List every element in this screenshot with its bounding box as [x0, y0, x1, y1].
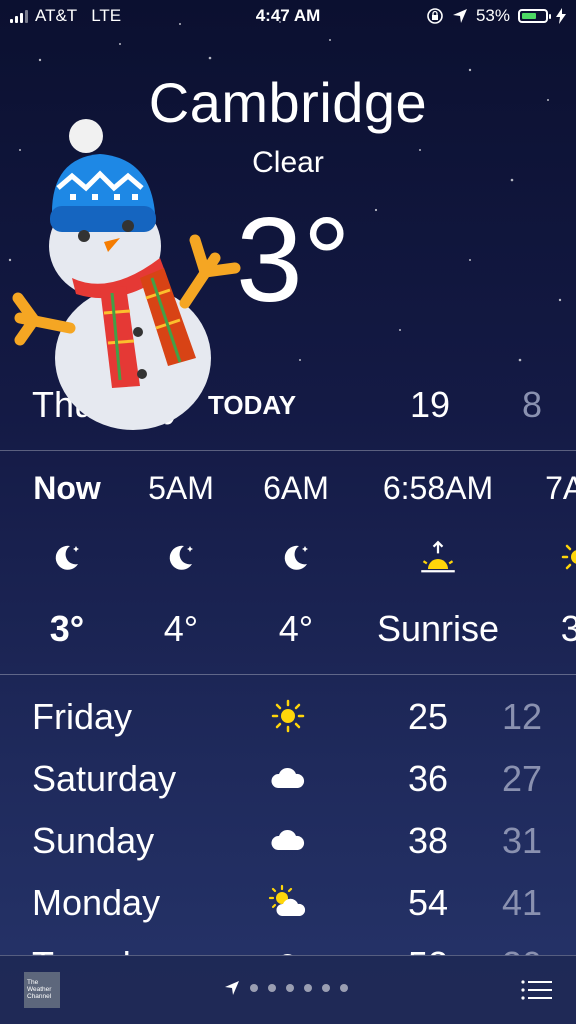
- page-indicator[interactable]: [224, 980, 348, 996]
- day-high: 36: [408, 758, 449, 799]
- current-temperature: 3°: [236, 193, 351, 327]
- day-low: 27: [501, 758, 542, 799]
- location-arrow-icon: [225, 981, 239, 995]
- day-name: Friday: [32, 696, 133, 737]
- rotation-lock-icon: [427, 8, 443, 24]
- today-high: 19: [410, 384, 451, 425]
- page-dot: [250, 984, 258, 992]
- day-high: 25: [408, 696, 449, 737]
- divider-bottom: [0, 674, 576, 675]
- hour-temp: 3°: [560, 608, 576, 649]
- hour-time: 6:58AM: [382, 470, 494, 506]
- hourly-forecast[interactable]: Now 3° 5AM 4° 6AM 4° 6:58AM Sunrise 7A 3: [0, 452, 576, 674]
- daily-row: Monday 54 41: [0, 874, 576, 936]
- today-low: 8: [521, 384, 542, 425]
- battery-icon: [518, 9, 551, 23]
- moon-star-icon: [169, 545, 193, 570]
- page-dot: [304, 984, 312, 992]
- location-arrow-icon: [452, 9, 467, 23]
- daily-forecast[interactable]: Friday 25 12 Saturday 36 27 Sunday 38 31…: [0, 688, 576, 956]
- sunrise-icon: [421, 540, 455, 573]
- status-bar: AT&T LTE 4:47 AM 53%: [0, 0, 576, 34]
- page-dot: [340, 984, 348, 992]
- sun-icon: [271, 699, 305, 733]
- daily-row: Tuesday 52 30: [0, 936, 576, 956]
- snowman-sticker: [12, 119, 241, 430]
- partly-cloudy-icon: [268, 884, 306, 916]
- battery-percent: 53%: [475, 6, 510, 25]
- day-high: 38: [408, 820, 449, 861]
- daily-row: Saturday 36 27: [0, 750, 576, 812]
- day-name: Sunday: [32, 820, 155, 861]
- hour-time: 7AM: [545, 470, 576, 506]
- daily-row: Friday 25 12: [0, 688, 576, 750]
- cloud-icon: [271, 767, 305, 788]
- sun-icon: [561, 544, 576, 570]
- hour-temp: 4°: [278, 608, 314, 649]
- moon-star-icon: [284, 545, 308, 570]
- hour-item: 6:58AM Sunrise: [368, 452, 508, 674]
- weather-channel-logo[interactable]: The Weather Channel: [24, 972, 60, 1008]
- hour-temp: Sunrise: [376, 608, 500, 649]
- day-low: 31: [501, 820, 542, 861]
- day-low: 12: [501, 696, 542, 737]
- hour-time: 6AM: [263, 470, 329, 506]
- page-dot: [322, 984, 330, 992]
- charging-bolt-icon: [556, 8, 566, 24]
- day-name: Monday: [32, 882, 161, 923]
- day-low: 41: [501, 882, 542, 923]
- hour-item: 7AM 3°: [508, 452, 576, 674]
- day-name: Saturday: [32, 758, 177, 799]
- hour-item: 6AM 4°: [226, 452, 366, 674]
- daily-row: Sunday 38 31: [0, 812, 576, 874]
- day-high: 54: [408, 882, 449, 923]
- city-list-icon[interactable]: [520, 978, 552, 1002]
- page-dot: [268, 984, 276, 992]
- bottom-toolbar: The Weather Channel: [0, 955, 576, 1024]
- moon-star-icon: [55, 545, 79, 570]
- divider-top: [0, 450, 576, 451]
- cloud-icon: [271, 829, 305, 850]
- page-dot: [286, 984, 294, 992]
